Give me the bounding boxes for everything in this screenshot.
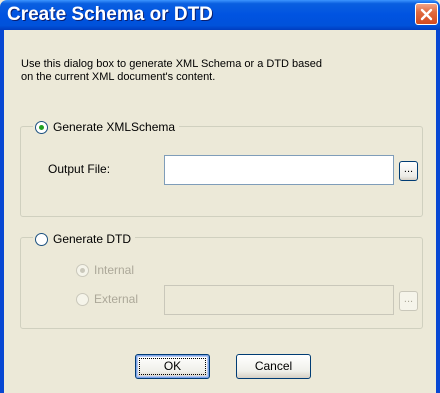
create-schema-dialog: Create Schema or DTD Use this dialog box… [0, 0, 440, 393]
internal-label: Internal [94, 263, 135, 277]
intro-text: Use this dialog box to generate XML Sche… [21, 58, 421, 84]
window-frame-right [436, 30, 440, 393]
output-file-input[interactable] [164, 155, 394, 185]
external-option[interactable]: External [76, 292, 138, 306]
external-file-input[interactable] [164, 285, 394, 315]
cancel-button[interactable]: Cancel [236, 354, 311, 379]
intro-line-2: on the current XML document's content. [21, 71, 216, 83]
external-file-browse-button[interactable]: ... [399, 291, 418, 311]
close-button[interactable] [415, 3, 438, 25]
generate-schema-label: Generate XMLSchema [53, 120, 176, 134]
ok-button[interactable]: OK [135, 354, 210, 379]
focus-indicator [139, 358, 206, 375]
close-icon [420, 8, 433, 20]
external-radio[interactable] [76, 292, 89, 306]
title-bar[interactable]: Create Schema or DTD [0, 0, 440, 30]
cancel-button-label: Cancel [254, 359, 293, 373]
dtd-group [20, 237, 423, 329]
schema-radio-option[interactable]: Generate XMLSchema [33, 120, 180, 134]
generate-schema-radio[interactable] [35, 120, 48, 134]
internal-radio[interactable] [76, 263, 89, 277]
generate-dtd-label: Generate DTD [53, 232, 132, 246]
output-file-browse-button[interactable]: ... [399, 161, 418, 181]
internal-option[interactable]: Internal [76, 263, 134, 277]
dtd-radio-option[interactable]: Generate DTD [33, 232, 136, 246]
dialog-title: Create Schema or DTD [7, 4, 213, 25]
window-frame-left [0, 30, 4, 393]
external-label: External [94, 292, 139, 306]
output-file-label: Output File: [48, 162, 111, 176]
generate-dtd-radio[interactable] [35, 232, 48, 246]
intro-line-1: Use this dialog box to generate XML Sche… [21, 58, 323, 70]
